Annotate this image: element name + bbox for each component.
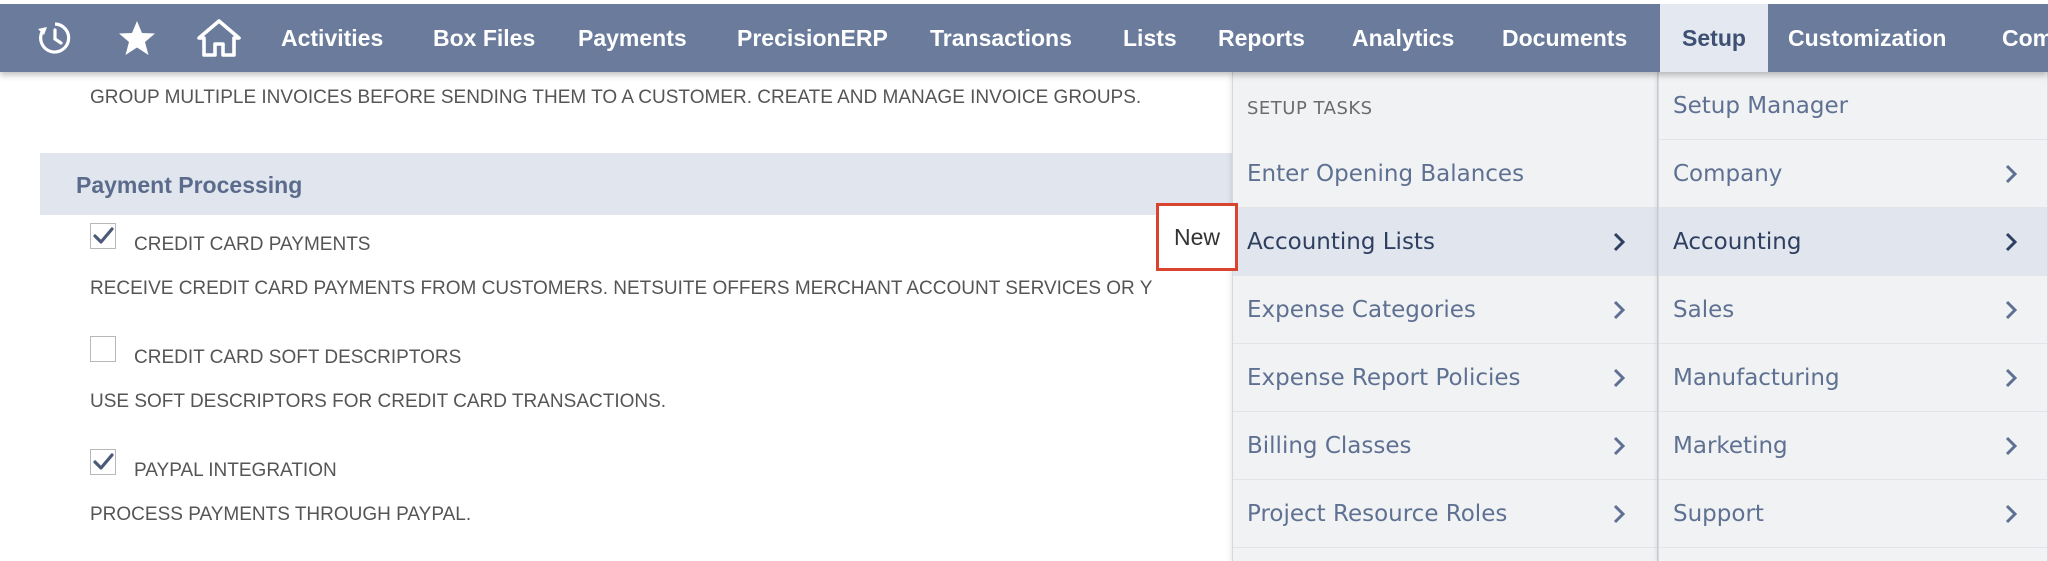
chevron-right-icon bbox=[1613, 436, 1626, 456]
nav-precisionerp[interactable]: PrecisionERP bbox=[737, 4, 888, 72]
menu-item-marketing[interactable]: Marketing bbox=[1659, 412, 2047, 480]
nav-payments[interactable]: Payments bbox=[578, 4, 687, 72]
nav-setup-label: Setup bbox=[1682, 25, 1746, 51]
credit-card-soft-descriptors-checkbox[interactable] bbox=[90, 336, 116, 362]
nav-reports[interactable]: Reports bbox=[1218, 4, 1305, 72]
nav-box-files[interactable]: Box Files bbox=[433, 4, 535, 72]
menu-item-label: Project Resource Roles bbox=[1247, 501, 1508, 527]
menu-item-manufacturing[interactable]: Manufacturing bbox=[1659, 344, 2047, 412]
chevron-right-icon bbox=[1613, 300, 1626, 320]
menu-item-billing-classes[interactable]: Billing Classes bbox=[1233, 412, 1657, 480]
menu-item-sales[interactable]: Sales bbox=[1659, 276, 2047, 344]
menu-item-setup-manager[interactable]: Setup Manager bbox=[1659, 72, 2047, 140]
chevron-right-icon bbox=[2005, 300, 2018, 320]
chevron-right-icon bbox=[2005, 232, 2018, 252]
menu-item-label: Sales bbox=[1673, 297, 1735, 323]
checkmark-icon bbox=[93, 453, 114, 470]
top-navigation-bar: Activities Box Files Payments PrecisionE… bbox=[0, 0, 2048, 72]
nav-analytics[interactable]: Analytics bbox=[1352, 4, 1454, 72]
nav-customization[interactable]: Customization bbox=[1788, 4, 1946, 72]
menu-item-label: Manufacturing bbox=[1673, 365, 1840, 391]
nav-commerce[interactable]: Com bbox=[2002, 4, 2048, 72]
menu-item-enter-opening-balances[interactable]: Enter Opening Balances bbox=[1233, 140, 1657, 208]
menu-item-label: Marketing bbox=[1673, 433, 1788, 459]
menu-item-accounting-lists[interactable]: Accounting Lists bbox=[1233, 208, 1657, 276]
nav-activities[interactable]: Activities bbox=[281, 4, 383, 72]
setup-manager-menu: Setup Manager Company Accounting Sales M… bbox=[1658, 72, 2048, 561]
paypal-integration-label: PAYPAL INTEGRATION bbox=[134, 460, 337, 481]
payment-processing-title: Payment Processing bbox=[76, 172, 303, 198]
nav-documents[interactable]: Documents bbox=[1502, 4, 1627, 72]
credit-card-payments-checkbox[interactable] bbox=[90, 223, 116, 249]
setup-tasks-menu: SETUP TASKS Enter Opening Balances Accou… bbox=[1232, 72, 1658, 561]
menu-item-support[interactable]: Support bbox=[1659, 480, 2047, 548]
nav-setup[interactable]: Setup bbox=[1660, 4, 1768, 72]
checkmark-icon bbox=[93, 227, 114, 244]
menu-item-expense-categories[interactable]: Expense Categories bbox=[1233, 276, 1657, 344]
chevron-right-icon bbox=[1613, 232, 1626, 252]
menu-item-label: Company bbox=[1673, 161, 1783, 187]
chevron-right-icon bbox=[1613, 504, 1626, 524]
menu-item-label: Expense Report Policies bbox=[1247, 365, 1521, 391]
menu-item-label: Accounting Lists bbox=[1247, 229, 1435, 255]
menu-item-label: Setup Manager bbox=[1673, 93, 1849, 119]
invoice-groups-description: GROUP MULTIPLE INVOICES BEFORE SENDING T… bbox=[90, 87, 1142, 108]
star-icon[interactable] bbox=[102, 4, 172, 72]
paypal-integration-checkbox[interactable] bbox=[90, 449, 116, 475]
credit-card-payments-description: RECEIVE CREDIT CARD PAYMENTS FROM CUSTOM… bbox=[90, 278, 1153, 299]
nav-lists[interactable]: Lists bbox=[1123, 4, 1177, 72]
menu-item-label: Billing Classes bbox=[1247, 433, 1412, 459]
soft-descriptors-description: USE SOFT DESCRIPTORS FOR CREDIT CARD TRA… bbox=[90, 391, 667, 412]
menu-item-label: Support bbox=[1673, 501, 1764, 527]
chevron-right-icon bbox=[2005, 504, 2018, 524]
chevron-right-icon bbox=[2005, 436, 2018, 456]
chevron-right-icon bbox=[2005, 164, 2018, 184]
credit-card-soft-descriptors-label: CREDIT CARD SOFT DESCRIPTORS bbox=[134, 347, 462, 368]
menu-item-project-resource-roles[interactable]: Project Resource Roles bbox=[1233, 480, 1657, 548]
setup-tasks-heading: SETUP TASKS bbox=[1247, 98, 1373, 119]
chevron-right-icon bbox=[1613, 368, 1626, 388]
home-icon[interactable] bbox=[184, 4, 254, 72]
nav-transactions[interactable]: Transactions bbox=[930, 4, 1072, 72]
menu-item-expense-report-policies[interactable]: Expense Report Policies bbox=[1233, 344, 1657, 412]
new-link[interactable]: New bbox=[1156, 203, 1238, 271]
paypal-description: PROCESS PAYMENTS THROUGH PAYPAL. bbox=[90, 504, 472, 525]
menu-item-label: Enter Opening Balances bbox=[1247, 161, 1525, 187]
menu-item-label: Expense Categories bbox=[1247, 297, 1476, 323]
menu-item-company[interactable]: Company bbox=[1659, 140, 2047, 208]
chevron-right-icon bbox=[2005, 368, 2018, 388]
menu-item-accounting[interactable]: Accounting bbox=[1659, 208, 2047, 276]
credit-card-payments-label: CREDIT CARD PAYMENTS bbox=[134, 234, 371, 255]
recent-history-icon[interactable] bbox=[20, 4, 90, 72]
menu-item-label: Accounting bbox=[1673, 229, 1802, 255]
